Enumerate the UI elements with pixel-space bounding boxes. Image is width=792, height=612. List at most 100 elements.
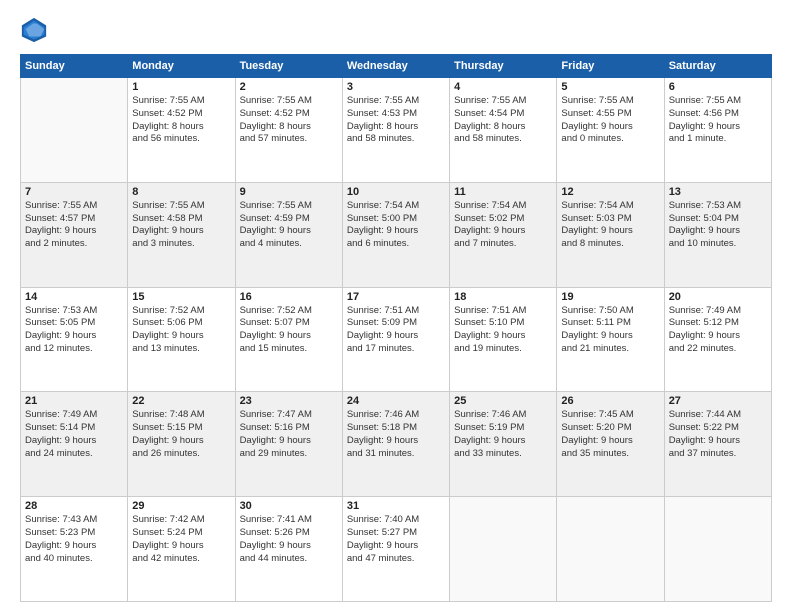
day-info: Sunrise: 7:53 AM Sunset: 5:04 PM Dayligh… — [669, 200, 767, 251]
day-number: 31 — [347, 500, 445, 512]
calendar-cell: 23 Sunrise: 7:47 AM Sunset: 5:16 PM Dayli… — [235, 392, 342, 497]
day-info: Sunrise: 7:54 AM Sunset: 5:03 PM Dayligh… — [561, 200, 659, 251]
calendar-cell: 27Sunrise: 7:44 AM Sunset: 5:22 PM Dayli… — [664, 392, 771, 497]
day-number: 18 — [454, 291, 552, 303]
day-number: 24 — [347, 395, 445, 407]
calendar-header-tuesday: Tuesday — [235, 55, 342, 78]
day-number: 19 — [561, 291, 659, 303]
day-number: 28 — [25, 500, 123, 512]
day-info: Sunrise: 7:55 AM Sunset: 4:55 PM Dayligh… — [561, 95, 659, 146]
day-number: 3 — [347, 81, 445, 93]
day-info: Sunrise: 7:47 AM Sunset: 5:16 PM Dayligh… — [240, 409, 338, 460]
calendar-header-sunday: Sunday — [21, 55, 128, 78]
calendar-cell: 24Sunrise: 7:46 AM Sunset: 5:18 PM Dayli… — [342, 392, 449, 497]
day-number: 23 — [240, 395, 338, 407]
day-info: Sunrise: 7:43 AM Sunset: 5:23 PM Dayligh… — [25, 514, 123, 565]
day-number: 25 — [454, 395, 552, 407]
day-info: Sunrise: 7:49 AM Sunset: 5:14 PM Dayligh… — [25, 409, 123, 460]
calendar: SundayMondayTuesdayWednesdayThursdayFrid… — [20, 54, 772, 602]
day-info: Sunrise: 7:54 AM Sunset: 5:00 PM Dayligh… — [347, 200, 445, 251]
calendar-cell: 29Sunrise: 7:42 AM Sunset: 5:24 PM Dayli… — [128, 497, 235, 602]
calendar-cell: 9 Sunrise: 7:55 AM Sunset: 4:59 PM Daylig… — [235, 182, 342, 287]
day-number: 9 — [240, 186, 338, 198]
day-info: Sunrise: 7:48 AM Sunset: 5:15 PM Dayligh… — [132, 409, 230, 460]
day-number: 12 — [561, 186, 659, 198]
day-info: Sunrise: 7:55 AM Sunset: 4:53 PM Dayligh… — [347, 95, 445, 146]
day-info: Sunrise: 7:41 AM Sunset: 5:26 PM Dayligh… — [240, 514, 338, 565]
calendar-cell — [557, 497, 664, 602]
header — [20, 16, 772, 44]
calendar-cell — [664, 497, 771, 602]
calendar-cell: 12 Sunrise: 7:54 AM Sunset: 5:03 PM Dayli… — [557, 182, 664, 287]
calendar-cell: 21 Sunrise: 7:49 AM Sunset: 5:14 PM Dayli… — [21, 392, 128, 497]
calendar-cell — [450, 497, 557, 602]
logo-icon — [20, 16, 48, 44]
calendar-header-wednesday: Wednesday — [342, 55, 449, 78]
day-number: 21 — [25, 395, 123, 407]
day-info: Sunrise: 7:55 AM Sunset: 4:58 PM Dayligh… — [132, 200, 230, 251]
calendar-cell: 4Sunrise: 7:55 AM Sunset: 4:54 PM Daylig… — [450, 78, 557, 183]
day-number: 15 — [132, 291, 230, 303]
day-number: 14 — [25, 291, 123, 303]
day-number: 2 — [240, 81, 338, 93]
day-number: 16 — [240, 291, 338, 303]
day-info: Sunrise: 7:55 AM Sunset: 4:56 PM Dayligh… — [669, 95, 767, 146]
calendar-cell: 11 Sunrise: 7:54 AM Sunset: 5:02 PM Dayli… — [450, 182, 557, 287]
day-info: Sunrise: 7:49 AM Sunset: 5:12 PM Dayligh… — [669, 305, 767, 356]
day-number: 5 — [561, 81, 659, 93]
day-number: 6 — [669, 81, 767, 93]
calendar-week-2: 7Sunrise: 7:55 AM Sunset: 4:57 PM Daylig… — [21, 182, 772, 287]
calendar-cell: 20 Sunrise: 7:49 AM Sunset: 5:12 PM Dayli… — [664, 287, 771, 392]
calendar-cell: 5 Sunrise: 7:55 AM Sunset: 4:55 PM Daylig… — [557, 78, 664, 183]
day-info: Sunrise: 7:46 AM Sunset: 5:19 PM Dayligh… — [454, 409, 552, 460]
day-info: Sunrise: 7:54 AM Sunset: 5:02 PM Dayligh… — [454, 200, 552, 251]
day-info: Sunrise: 7:55 AM Sunset: 4:57 PM Dayligh… — [25, 200, 123, 251]
calendar-cell: 13 Sunrise: 7:53 AM Sunset: 5:04 PM Dayli… — [664, 182, 771, 287]
day-number: 30 — [240, 500, 338, 512]
day-number: 8 — [132, 186, 230, 198]
calendar-cell: 26 Sunrise: 7:45 AM Sunset: 5:20 PM Dayli… — [557, 392, 664, 497]
calendar-cell: 17Sunrise: 7:51 AM Sunset: 5:09 PM Dayli… — [342, 287, 449, 392]
day-number: 20 — [669, 291, 767, 303]
calendar-cell: 25 Sunrise: 7:46 AM Sunset: 5:19 PM Dayli… — [450, 392, 557, 497]
calendar-cell: 31 Sunrise: 7:40 AM Sunset: 5:27 PM Dayli… — [342, 497, 449, 602]
day-number: 22 — [132, 395, 230, 407]
calendar-cell: 7Sunrise: 7:55 AM Sunset: 4:57 PM Daylig… — [21, 182, 128, 287]
calendar-cell: 2 Sunrise: 7:55 AM Sunset: 4:52 PM Daylig… — [235, 78, 342, 183]
day-number: 29 — [132, 500, 230, 512]
calendar-cell: 19 Sunrise: 7:50 AM Sunset: 5:11 PM Dayli… — [557, 287, 664, 392]
calendar-header-thursday: Thursday — [450, 55, 557, 78]
calendar-cell: 15 Sunrise: 7:52 AM Sunset: 5:06 PM Dayli… — [128, 287, 235, 392]
day-info: Sunrise: 7:40 AM Sunset: 5:27 PM Dayligh… — [347, 514, 445, 565]
calendar-week-3: 14 Sunrise: 7:53 AM Sunset: 5:05 PM Dayli… — [21, 287, 772, 392]
day-info: Sunrise: 7:45 AM Sunset: 5:20 PM Dayligh… — [561, 409, 659, 460]
calendar-cell: 28 Sunrise: 7:43 AM Sunset: 5:23 PM Dayli… — [21, 497, 128, 602]
calendar-cell: 16Sunrise: 7:52 AM Sunset: 5:07 PM Dayli… — [235, 287, 342, 392]
calendar-cell: 10 Sunrise: 7:54 AM Sunset: 5:00 PM Dayli… — [342, 182, 449, 287]
day-info: Sunrise: 7:53 AM Sunset: 5:05 PM Dayligh… — [25, 305, 123, 356]
calendar-cell: 14 Sunrise: 7:53 AM Sunset: 5:05 PM Dayli… — [21, 287, 128, 392]
calendar-header-friday: Friday — [557, 55, 664, 78]
day-info: Sunrise: 7:55 AM Sunset: 4:52 PM Dayligh… — [240, 95, 338, 146]
calendar-header-monday: Monday — [128, 55, 235, 78]
day-number: 11 — [454, 186, 552, 198]
calendar-cell: 22 Sunrise: 7:48 AM Sunset: 5:15 PM Dayli… — [128, 392, 235, 497]
logo — [20, 16, 50, 44]
calendar-week-5: 28 Sunrise: 7:43 AM Sunset: 5:23 PM Dayli… — [21, 497, 772, 602]
day-number: 10 — [347, 186, 445, 198]
day-info: Sunrise: 7:51 AM Sunset: 5:09 PM Dayligh… — [347, 305, 445, 356]
day-number: 4 — [454, 81, 552, 93]
calendar-cell: 30 Sunrise: 7:41 AM Sunset: 5:26 PM Dayli… — [235, 497, 342, 602]
day-info: Sunrise: 7:50 AM Sunset: 5:11 PM Dayligh… — [561, 305, 659, 356]
day-info: Sunrise: 7:52 AM Sunset: 5:06 PM Dayligh… — [132, 305, 230, 356]
calendar-cell: 1Sunrise: 7:55 AM Sunset: 4:52 PM Daylig… — [128, 78, 235, 183]
day-number: 26 — [561, 395, 659, 407]
calendar-cell: 8 Sunrise: 7:55 AM Sunset: 4:58 PM Daylig… — [128, 182, 235, 287]
calendar-cell — [21, 78, 128, 183]
day-info: Sunrise: 7:55 AM Sunset: 4:59 PM Dayligh… — [240, 200, 338, 251]
day-number: 13 — [669, 186, 767, 198]
calendar-cell: 3 Sunrise: 7:55 AM Sunset: 4:53 PM Daylig… — [342, 78, 449, 183]
page: SundayMondayTuesdayWednesdayThursdayFrid… — [0, 0, 792, 612]
calendar-header-row: SundayMondayTuesdayWednesdayThursdayFrid… — [21, 55, 772, 78]
calendar-header-saturday: Saturday — [664, 55, 771, 78]
